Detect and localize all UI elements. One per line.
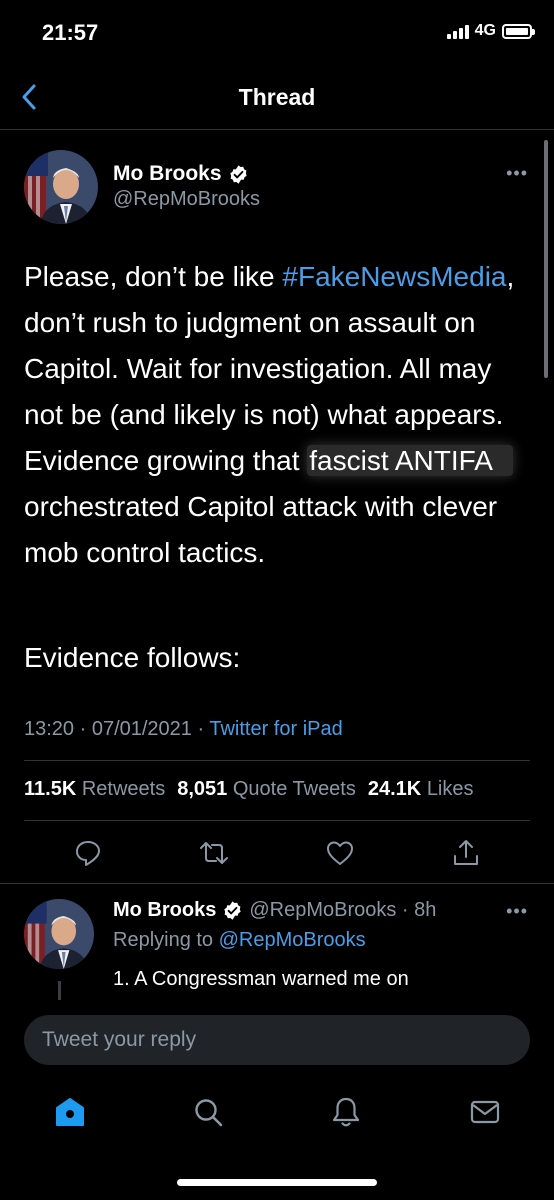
- scrollbar[interactable]: [544, 140, 548, 378]
- reply-input[interactable]: [24, 1015, 530, 1065]
- tweet-text: Please, don’t be like #FakeNewsMedia, do…: [24, 254, 534, 576]
- quotes-label: Quote Tweets: [232, 778, 356, 800]
- thread-line: [58, 981, 61, 1001]
- tweet-actions: [0, 830, 554, 880]
- status-time: 21:57: [42, 20, 99, 45]
- retweets-stat[interactable]: 11.5K Retweets: [24, 778, 165, 801]
- author-name[interactable]: Mo Brooks: [113, 162, 249, 186]
- divider: [0, 883, 554, 884]
- reply-text: 1. A Congressman warned me on: [113, 968, 409, 990]
- highlighted-text: fascist ANTIFA: [307, 445, 513, 476]
- signal-icon: [446, 23, 469, 39]
- network-type: 4G: [474, 22, 496, 39]
- likes-stat[interactable]: 24.1K Likes: [368, 778, 474, 801]
- search-icon[interactable]: [192, 1096, 224, 1128]
- home-icon[interactable]: [54, 1096, 86, 1128]
- quotes-count: 8,051: [177, 778, 228, 800]
- status-indicators: 4G: [446, 22, 535, 40]
- retweets-count: 11.5K: [24, 778, 77, 800]
- engagement-stats: 11.5K Retweets 8,051 Quote Tweets 24.1K …: [24, 778, 474, 801]
- divider: [24, 820, 530, 821]
- more-icon[interactable]: •••: [506, 901, 528, 922]
- avatar[interactable]: [24, 150, 98, 224]
- verified-icon: [229, 164, 247, 184]
- replying-to-link[interactable]: @RepMoBrooks: [219, 929, 366, 951]
- messages-icon[interactable]: [469, 1096, 501, 1128]
- replying-prefix: Replying to: [113, 929, 219, 951]
- divider: [24, 760, 530, 761]
- reply-author-name[interactable]: Mo Brooks: [113, 899, 216, 922]
- compose-bar: [0, 1000, 554, 1080]
- page-title: Thread: [238, 84, 316, 110]
- reply-input-container[interactable]: [24, 1015, 530, 1065]
- likes-label: Likes: [426, 778, 474, 800]
- hashtag-link[interactable]: #FakeNewsMedia: [282, 261, 506, 292]
- quotes-stat[interactable]: 8,051 Quote Tweets: [177, 778, 356, 801]
- source-link[interactable]: Twitter for iPad: [209, 718, 342, 740]
- battery-icon: [502, 23, 535, 39]
- tweet-meta: 13:20 · 07/01/2021 · Twitter for iPad: [24, 718, 343, 741]
- reply-header: Mo Brooks @RepMoBrooks · 8h: [113, 899, 436, 922]
- notifications-icon[interactable]: [330, 1096, 362, 1128]
- status-bar: 21:57 4G: [0, 0, 554, 64]
- tweet-text-part: orchestrated Capitol attack with clever …: [24, 491, 498, 568]
- nav-header: Thread: [0, 64, 554, 130]
- likes-count: 24.1K: [367, 778, 422, 800]
- like-icon[interactable]: [325, 838, 355, 868]
- tweet-text-part: Please, don’t be like: [24, 261, 283, 292]
- retweet-icon[interactable]: [199, 838, 229, 868]
- timestamp: 13:20 · 07/01/2021 ·: [24, 718, 210, 740]
- reply-icon[interactable]: [73, 838, 103, 868]
- tweet-text-part: , don’t rush to judgment on assault on C…: [24, 261, 515, 476]
- reply-author-handle: @RepMoBrooks · 8h: [249, 899, 437, 921]
- author-name-label: Mo Brooks: [113, 162, 222, 185]
- more-icon[interactable]: •••: [506, 163, 528, 184]
- avatar[interactable]: [24, 899, 94, 969]
- home-indicator: [177, 1179, 377, 1186]
- author-handle: @RepMoBrooks: [113, 188, 261, 210]
- replying-to: Replying to @RepMoBrooks: [113, 929, 366, 952]
- retweets-label: Retweets: [81, 778, 166, 800]
- verified-icon: [224, 901, 241, 920]
- share-icon[interactable]: [451, 838, 481, 868]
- tweet-text-followup: Evidence follows:: [24, 642, 241, 673]
